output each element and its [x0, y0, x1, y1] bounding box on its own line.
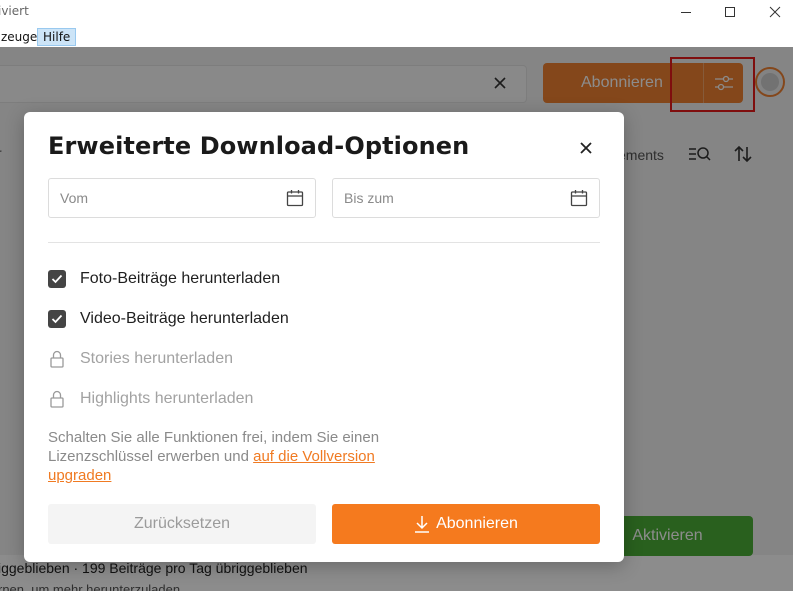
subscribe-button[interactable]: Abonnieren: [332, 504, 600, 544]
window-title: iviert: [0, 4, 29, 18]
option-video-posts[interactable]: Video-Beiträge herunterladen: [48, 307, 289, 331]
checkmark-icon: [51, 274, 63, 284]
lock-icon: [48, 389, 66, 409]
dialog-title: Erweiterte Download-Optionen: [48, 132, 470, 160]
title-bar: iviert: [0, 0, 793, 26]
from-date-placeholder: Vom: [60, 190, 89, 206]
upgrade-notice: Schalten Sie alle Funktionen frei, indem…: [48, 428, 418, 485]
from-date-field[interactable]: Vom: [48, 178, 316, 218]
to-date-placeholder: Bis zum: [344, 190, 394, 206]
option-highlights: Highlights herunterladen: [48, 387, 253, 411]
reset-button[interactable]: Zurücksetzen: [48, 504, 316, 544]
option-stories: Stories herunterladen: [48, 347, 233, 371]
download-icon: [415, 516, 430, 533]
option-photo-posts[interactable]: Foto-Beiträge herunterladen: [48, 267, 280, 291]
calendar-icon[interactable]: [286, 189, 304, 207]
download-options-dialog: Erweiterte Download-Optionen Vom Bis zum…: [24, 112, 624, 562]
checkbox-checked[interactable]: [48, 270, 66, 288]
subscribe-label: Abonnieren: [436, 515, 518, 532]
close-window-button[interactable]: [752, 0, 793, 24]
minimize-button[interactable]: [663, 0, 709, 24]
menu-item-tools[interactable]: zeuge: [0, 28, 42, 46]
menu-bar: zeuge Hilfe: [0, 26, 793, 47]
maximize-button[interactable]: [707, 0, 753, 24]
menu-item-help[interactable]: Hilfe: [37, 28, 77, 46]
to-date-field[interactable]: Bis zum: [332, 178, 600, 218]
maximize-icon: [725, 7, 735, 17]
divider: [48, 242, 600, 243]
checkbox-checked[interactable]: [48, 310, 66, 328]
lock-icon: [48, 349, 66, 369]
checkmark-icon: [51, 314, 63, 324]
option-label: Highlights herunterladen: [80, 390, 254, 407]
dialog-close-button[interactable]: [574, 136, 598, 160]
minimize-icon: [681, 12, 691, 13]
calendar-icon[interactable]: [570, 189, 588, 207]
option-label: Foto-Beiträge herunterladen: [80, 270, 281, 287]
option-label: Video-Beiträge herunterladen: [80, 310, 289, 327]
close-icon: [580, 142, 592, 154]
option-label: Stories herunterladen: [80, 350, 233, 367]
close-icon: [769, 6, 781, 18]
